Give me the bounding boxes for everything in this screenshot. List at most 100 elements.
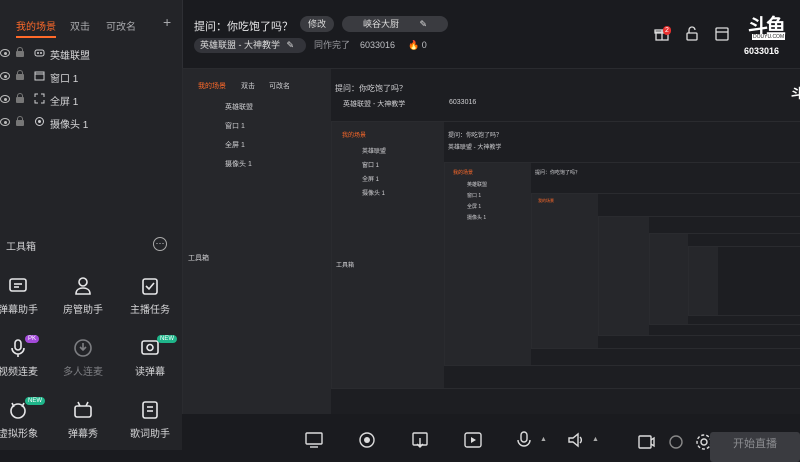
category-tag[interactable]: 英雄联盟 - 大神教学 ✎ [194, 38, 306, 53]
danmaku-assistant-icon [9, 278, 27, 292]
preview-scene-panel [650, 234, 688, 324]
window-icon [34, 70, 45, 81]
preview-text: 我的场景 [538, 198, 554, 203]
start-live-button[interactable]: 开始直播 [710, 432, 800, 462]
tool-anchor-task[interactable]: 主播任务 [115, 275, 185, 325]
tool-label: 歌词助手 [130, 429, 170, 440]
preview-text: 双击 [241, 83, 255, 90]
multi-link-icon [74, 339, 92, 357]
danmaku-show-icon [74, 401, 92, 418]
preview-text: 窗口 1 [467, 193, 482, 199]
tool-label: 多人连麦 [63, 367, 103, 378]
speaker-icon[interactable] [566, 430, 586, 450]
heat-indicator: 🔥 0 [408, 38, 427, 53]
answer-value: 峡谷大厨 [362, 19, 399, 29]
scene-label: 英雄联盟 [50, 51, 90, 62]
screen-capture-icon[interactable] [304, 430, 324, 450]
media-source-icon[interactable] [463, 430, 483, 450]
anchor-task-icon [142, 278, 158, 295]
room-number: 6033016 [360, 40, 396, 50]
lock-icon[interactable] [16, 116, 24, 126]
scene-label: 窗口 1 [50, 74, 79, 85]
game-icon [34, 47, 45, 58]
tool-label: 主播任务 [130, 305, 170, 316]
douyu-logo: 斗鱼 DOUYU.COM [744, 10, 790, 46]
room-manager-icon [75, 277, 91, 295]
toolbox-more-button[interactable]: ··· [153, 237, 167, 251]
tool-multi-link[interactable]: 多人连麦 [48, 337, 118, 387]
tool-label: 虚拟形象 [0, 429, 38, 440]
tool-danmaku-assistant[interactable]: 弹幕助手 [0, 275, 53, 325]
tool-room-manager[interactable]: 房管助手 [48, 275, 118, 325]
preview-text: 窗口 1 [225, 123, 245, 130]
record-icon[interactable] [636, 432, 656, 452]
pencil-icon[interactable]: ✎ [287, 40, 295, 50]
preview-text: 提问：你吃饱了吗？ [535, 170, 581, 176]
edit-question-button[interactable]: 修改 [300, 16, 334, 32]
preview-text: 英雄联盟 - 大神教学 [343, 101, 406, 108]
scene-item[interactable]: 英雄联盟 [0, 44, 182, 66]
tab-double-click[interactable]: 双击 [70, 18, 90, 33]
preview-text: 我的场景 [342, 133, 367, 139]
microphone-icon[interactable] [514, 430, 534, 450]
preview-text: 工具箱 [336, 263, 355, 269]
tool-danmaku-show[interactable]: 弹幕秀 [48, 399, 118, 449]
preview-scene-panel [332, 122, 444, 388]
tool-lyrics[interactable]: 歌词助手 [115, 399, 185, 449]
scene-label: 全屏 1 [50, 97, 79, 108]
visibility-icon[interactable] [0, 72, 10, 80]
layout-icon[interactable] [714, 26, 730, 42]
visibility-icon[interactable] [0, 95, 10, 103]
preview-text: 英雄联盟 [467, 182, 488, 188]
preview-scene-panel [689, 247, 718, 315]
stream-preview[interactable]: 我的场景 双击 可改名 英雄联盟 窗口 1 全屏 1 摄像头 1 工具箱 提问：… [182, 68, 800, 414]
beauty-icon[interactable] [666, 432, 686, 452]
preview-frame: 我的场景 [531, 193, 800, 349]
preview-text: 全屏 1 [362, 177, 380, 183]
preview-text: 摄像头 1 [362, 191, 386, 197]
fullscreen-icon [34, 93, 45, 104]
tool-label: 视频连麦 [0, 367, 38, 378]
preview-frame [598, 216, 800, 336]
visibility-icon[interactable] [0, 49, 10, 57]
add-scene-button[interactable]: + [163, 14, 171, 30]
chevron-up-icon[interactable]: ▲ [592, 436, 599, 443]
tool-read-danmaku[interactable]: NEW 读弹幕 [115, 335, 185, 387]
preview-text: 摄像头 1 [225, 161, 252, 168]
chevron-up-icon[interactable]: ▲ [540, 436, 547, 443]
tab-my-scenes[interactable]: 我的场景 [16, 18, 56, 33]
scene-item[interactable]: 窗口 1 [0, 67, 182, 89]
window-capture-icon[interactable] [410, 430, 430, 450]
lock-icon[interactable] [16, 70, 24, 80]
new-badge: NEW [25, 397, 45, 405]
tool-virtual-avatar[interactable]: NEW 虚拟形象 [0, 397, 53, 449]
lock-icon[interactable] [16, 47, 24, 57]
tool-video-link[interactable]: PK 视频连麦 [0, 335, 53, 387]
preview-scene-panel [183, 69, 331, 414]
tool-label: 读弹幕 [135, 367, 165, 378]
visibility-icon[interactable] [0, 118, 10, 126]
preview-text: 英雄联盟 [362, 149, 387, 155]
scene-item[interactable]: 摄像头 1 [0, 113, 182, 135]
room-id: 6033016 [744, 46, 780, 56]
preview-text: 全屏 1 [225, 142, 245, 149]
preview-text: 全屏 1 [467, 204, 482, 210]
toolbox-title: 工具箱 [6, 242, 36, 253]
lock-icon[interactable] [16, 93, 24, 103]
preview-frame [688, 246, 800, 316]
scene-item[interactable]: 全屏 1 [0, 90, 182, 112]
unlock-icon[interactable] [684, 26, 700, 42]
preview-scene-panel [532, 194, 598, 348]
preview-text: 6033016 [449, 99, 477, 106]
preview-frame: 我的场景 英雄联盟 窗口 1 全屏 1 摄像头 1 提问：你吃饱了吗？ 我的场景 [444, 162, 800, 366]
pencil-icon[interactable]: ✎ [419, 19, 427, 29]
logo-sub: DOUYU.COM [752, 34, 786, 40]
preview-frame: 我的场景 双击 可改名 英雄联盟 窗口 1 全屏 1 摄像头 1 工具箱 提问：… [182, 68, 800, 414]
preview-text: 摄像头 1 [467, 215, 487, 221]
preview-frame [649, 233, 800, 325]
tab-rename[interactable]: 可改名 [106, 18, 136, 33]
tool-label: 房管助手 [63, 305, 103, 316]
answer-field[interactable]: 峡谷大厨 ✎ [342, 16, 448, 32]
preview-text: 斗鱼 [791, 86, 800, 101]
camera-source-icon[interactable] [357, 430, 377, 450]
